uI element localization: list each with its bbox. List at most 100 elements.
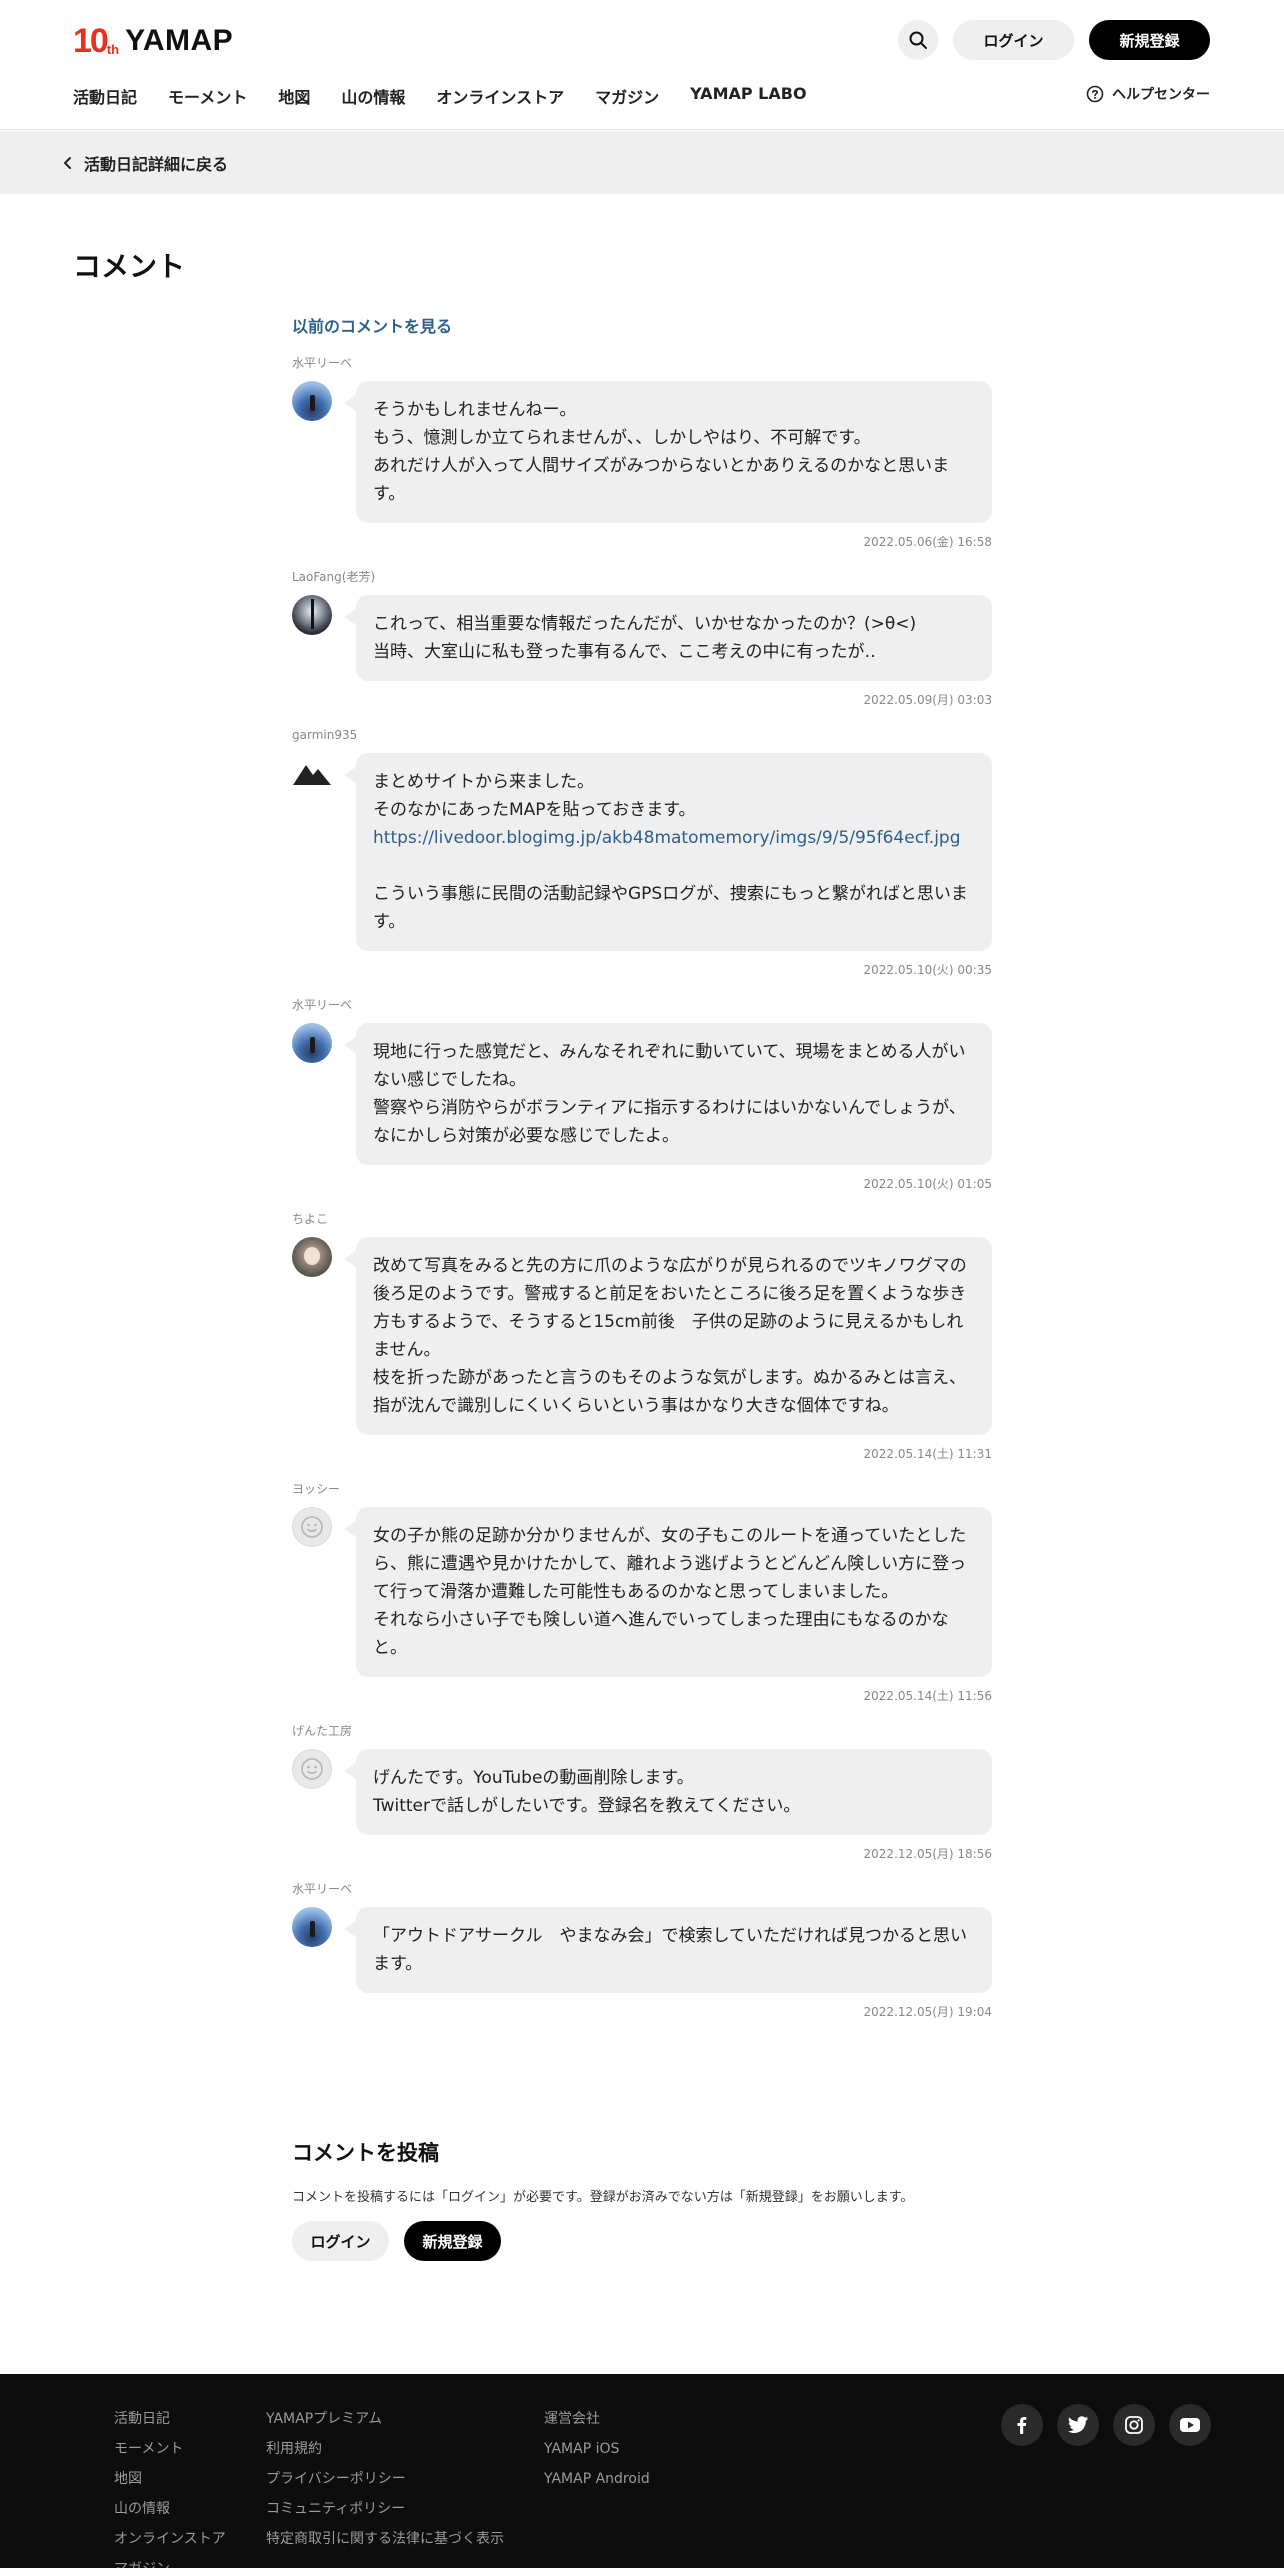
nav-item-labo[interactable]: YAMAP LABO	[690, 84, 806, 108]
comment-bubble: これって、相当重要な情報だったんだが、いかせなかったのか？(>θ<) 当時、大室…	[344, 595, 992, 681]
comment-text: こういう事態に民間の活動記録やGPSログが、捜索にもっと繋がればと思います。	[373, 884, 968, 932]
comment-bubble: そうかもしれませんねー。 もう、憶測しか立てられませんが、、しかしやはり、不可解…	[344, 381, 992, 523]
signup-button[interactable]: 新規登録	[1089, 20, 1210, 60]
post-login-button[interactable]: ログイン	[292, 2221, 389, 2261]
footer-link[interactable]: YAMAPプレミアム	[266, 2404, 504, 2434]
footer-link[interactable]: YAMAP iOS	[544, 2434, 650, 2464]
comment-item: 水平リーベ 現地に行った感覚だと、みんなそれぞれに動いていて、現場をまとめる人が…	[292, 997, 992, 1192]
site-footer: 活動日記 モーメント 地図 山の情報 オンラインストア マガジン YAMAPプレ…	[0, 2374, 1284, 2568]
comment-text: これって、相当重要な情報だったんだが、いかせなかったのか？(>θ<) 当時、大室…	[373, 614, 917, 662]
footer-column-services: 活動日記 モーメント 地図 山の情報 オンラインストア マガジン	[114, 2404, 226, 2568]
logo-th: th	[106, 41, 120, 57]
avatar[interactable]	[292, 381, 332, 421]
footer-link[interactable]: オンラインストア	[114, 2524, 226, 2554]
comment-item: げんた工房 げんたです。YouTubeの動画削除します。 Twitterで話しが…	[292, 1723, 992, 1862]
back-link-label: 活動日記詳細に戻る	[84, 154, 229, 174]
logo-ten: 10	[73, 21, 109, 60]
comment-bubble: 現地に行った感覚だと、みんなそれぞれに動いていて、現場をまとめる人がいない感じで…	[344, 1023, 992, 1165]
comment-date: 2022.05.14(土) 11:56	[863, 1689, 992, 1703]
avatar[interactable]	[292, 595, 332, 635]
comment-text: 現地に行った感覚だと、みんなそれぞれに動いていて、現場をまとめる人がいない感じで…	[373, 1042, 966, 1146]
nav-item-magazine[interactable]: マガジン	[595, 84, 659, 108]
footer-link[interactable]: YAMAP Android	[544, 2464, 650, 2494]
comment-username[interactable]: LaoFang(老芳)	[292, 569, 992, 585]
avatar[interactable]	[292, 1507, 332, 1547]
footer-link[interactable]: 地図	[114, 2464, 226, 2494]
search-icon	[909, 31, 927, 49]
comment-username[interactable]: ヨッシー	[292, 1481, 992, 1497]
avatar[interactable]	[292, 753, 332, 793]
instagram-button[interactable]	[1113, 2404, 1155, 2446]
comment-username[interactable]: げんた工房	[292, 1723, 992, 1739]
help-center-link[interactable]: ヘルプセンター	[1086, 84, 1210, 104]
back-bar: 活動日記詳細に戻る	[0, 131, 1284, 194]
comment-username[interactable]: 水平リーベ	[292, 355, 992, 371]
comment-item: 水平リーベ 「アウトドアサークル やまなみ会」で検索していただければ見つかると思…	[292, 1881, 992, 2020]
nav-item-moment[interactable]: モーメント	[168, 84, 247, 108]
chevron-left-icon	[64, 156, 71, 169]
youtube-button[interactable]	[1169, 2404, 1211, 2446]
nav-item-activity[interactable]: 活動日記	[73, 84, 137, 108]
comment-bubble: まとめサイトから来ました。 そのなかにあったMAPを貼っておきます。 https…	[344, 753, 992, 951]
comment-date: 2022.12.05(月) 18:56	[863, 1847, 992, 1861]
youtube-icon	[1180, 2418, 1200, 2432]
page-title: コメント	[73, 250, 186, 283]
comment-username[interactable]: ちよこ	[292, 1211, 992, 1227]
comment-date: 2022.05.10(火) 00:35	[863, 963, 992, 977]
avatar[interactable]	[292, 1023, 332, 1063]
comment-item: 水平リーベ そうかもしれませんねー。 もう、憶測しか立てられませんが、、しかしや…	[292, 355, 992, 550]
comment-text: まとめサイトから来ました。 そのなかにあったMAPを貼っておきます。	[373, 772, 696, 820]
footer-link[interactable]: 利用規約	[266, 2434, 504, 2464]
site-header: 10 th YAMAP ログイン 新規登録 活動日記 モーメント 地図 山の情報…	[0, 0, 1284, 130]
footer-link[interactable]: 山の情報	[114, 2494, 226, 2524]
avatar[interactable]	[292, 1749, 332, 1789]
post-signup-button[interactable]: 新規登録	[404, 2221, 501, 2261]
comment-bubble: 「アウトドアサークル やまなみ会」で検索していただければ見つかると思います。	[344, 1907, 992, 1993]
comment-date: 2022.05.06(金) 16:58	[863, 535, 992, 549]
comment-text: 女の子か熊の足跡か分かりませんが、女の子もこのルートを通っていたとしたら、熊に遭…	[373, 1526, 967, 1658]
default-avatar-icon	[301, 1758, 323, 1780]
mountain-icon	[293, 765, 331, 785]
comment-link[interactable]: https://livedoor.blogimg.jp/akb48matomem…	[373, 828, 961, 848]
footer-column-policies: YAMAPプレミアム 利用規約 プライバシーポリシー コミュニティポリシー 特定…	[266, 2404, 504, 2554]
footer-link[interactable]: マガジン	[114, 2554, 226, 2568]
logo-wordmark: YAMAP	[125, 24, 234, 57]
comment-username[interactable]: garmin935	[292, 727, 992, 743]
avatar[interactable]	[292, 1237, 332, 1277]
nav-item-mountain-info[interactable]: 山の情報	[341, 84, 405, 108]
comment-username[interactable]: 水平リーベ	[292, 1881, 992, 1897]
footer-link[interactable]: コミュニティポリシー	[266, 2494, 504, 2524]
help-icon	[1086, 85, 1104, 103]
nav-item-map[interactable]: 地図	[278, 84, 310, 108]
comment-item: ちよこ 改めて写真をみると先の方に爪のような広がりが見られるのでツキノワグマの後…	[292, 1211, 992, 1462]
comment-bubble: げんたです。YouTubeの動画削除します。 Twitterで話しがしたいです。…	[344, 1749, 992, 1835]
post-comment-title: コメントを投稿	[292, 2141, 439, 2165]
nav-item-store[interactable]: オンラインストア	[436, 84, 564, 108]
comment-text: 「アウトドアサークル やまなみ会」で検索していただければ見つかると思います。	[373, 1926, 967, 1974]
search-button[interactable]	[898, 20, 938, 60]
comment-text: そうかもしれませんねー。 もう、憶測しか立てられませんが、、しかしやはり、不可解…	[373, 400, 950, 504]
comment-username[interactable]: 水平リーベ	[292, 997, 992, 1013]
comment-date: 2022.12.05(月) 19:04	[863, 2005, 992, 2019]
comment-item: ヨッシー 女の子か熊の足跡か分かりませんが、女の子もこのルートを通っていたとした…	[292, 1481, 992, 1704]
comment-date: 2022.05.14(土) 11:31	[863, 1447, 992, 1461]
login-button[interactable]: ログイン	[953, 20, 1074, 60]
back-link[interactable]: 活動日記詳細に戻る	[62, 151, 228, 175]
footer-link[interactable]: 活動日記	[114, 2404, 226, 2434]
comment-text: 改めて写真をみると先の方に爪のような広がりが見られるのでツキノワグマの後ろ足のよ…	[373, 1256, 967, 1416]
facebook-button[interactable]	[1001, 2404, 1043, 2446]
avatar[interactable]	[292, 1907, 332, 1947]
footer-link[interactable]: 特定商取引に関する法律に基づく表示	[266, 2524, 504, 2554]
help-center-label: ヘルプセンター	[1112, 87, 1210, 103]
comment-date: 2022.05.09(月) 03:03	[863, 693, 992, 707]
comment-date: 2022.05.10(火) 01:05	[863, 1177, 992, 1191]
yamap-logo[interactable]: 10 th YAMAP	[73, 22, 233, 60]
footer-column-company: 運営会社 YAMAP iOS YAMAP Android	[544, 2404, 650, 2494]
footer-link[interactable]: 運営会社	[544, 2404, 650, 2434]
twitter-button[interactable]	[1057, 2404, 1099, 2446]
previous-comments-link[interactable]: 以前のコメントを見る	[292, 313, 452, 337]
footer-link[interactable]: プライバシーポリシー	[266, 2464, 504, 2494]
footer-link[interactable]: モーメント	[114, 2434, 226, 2464]
twitter-icon	[1068, 2416, 1088, 2433]
comment-item: LaoFang(老芳) これって、相当重要な情報だったんだが、いかせなかったのか…	[292, 569, 992, 708]
